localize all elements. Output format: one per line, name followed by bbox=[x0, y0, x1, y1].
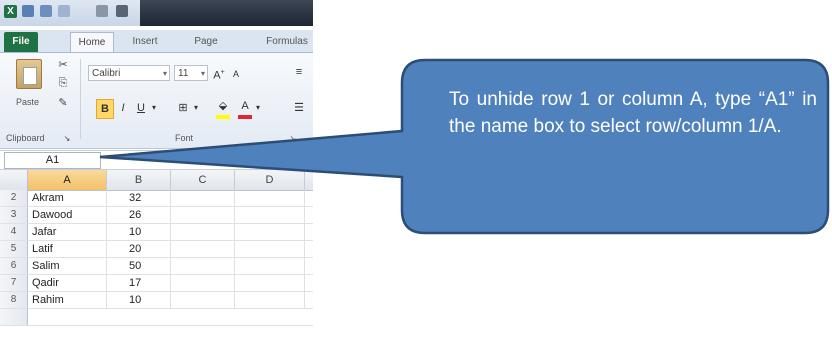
callout bbox=[99, 58, 830, 235]
callout-text: To unhide row 1 or column A, type “A1” i… bbox=[449, 89, 817, 137]
